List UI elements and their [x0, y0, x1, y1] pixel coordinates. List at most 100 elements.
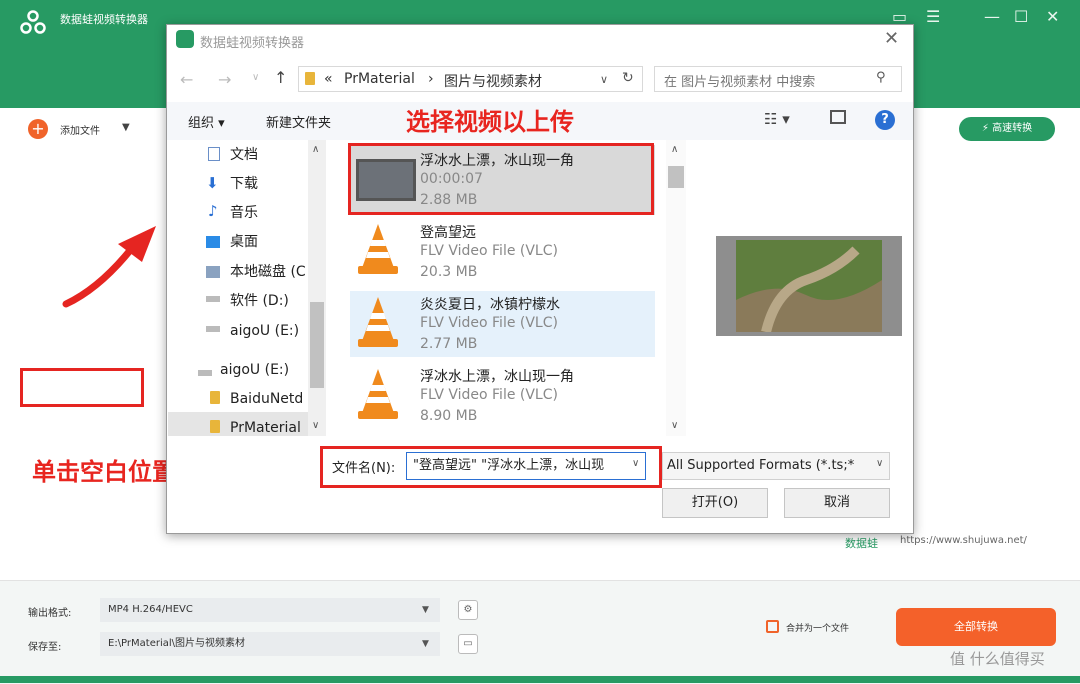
- app-title: 数据蛙视频转换器: [60, 13, 148, 26]
- merge-label: 合并为一个文件: [786, 624, 850, 634]
- add-file-icon[interactable]: +: [28, 119, 48, 139]
- output-format-select[interactable]: MP4 H.264/HEVC: [100, 598, 440, 622]
- open-button[interactable]: 打开(O): [662, 488, 768, 518]
- dialog-title: 数据蛙视频转换器: [200, 36, 305, 51]
- folder-icon: [210, 420, 220, 433]
- cancel-button[interactable]: 取消: [784, 488, 890, 518]
- minimize-icon[interactable]: —: [984, 8, 1000, 26]
- search-icon[interactable]: ⚲: [876, 70, 886, 85]
- filename-label: 文件名(N):: [332, 461, 396, 476]
- drive-c-icon: [206, 266, 220, 278]
- save-to-value: E:\PrMaterial\图片与视频素材: [108, 638, 246, 649]
- annotation-blank-box: [20, 368, 144, 407]
- open-folder-icon[interactable]: ▭: [458, 634, 478, 654]
- sidebar-item-music[interactable]: 音乐: [230, 202, 258, 224]
- convert-all-button[interactable]: 全部转换: [896, 608, 1056, 646]
- view-options-icon[interactable]: ☷ ▾: [764, 110, 790, 128]
- video-thumbnail-icon: [356, 159, 416, 201]
- dialog-close-icon[interactable]: ✕: [884, 28, 899, 49]
- drive-d-icon: [206, 296, 220, 302]
- format-settings-icon[interactable]: ⚙: [458, 600, 478, 620]
- file-scroll-thumb[interactable]: [668, 166, 684, 188]
- chevron-down-icon[interactable]: ∨: [876, 458, 883, 469]
- vlc-icon: [358, 369, 398, 419]
- recent-chevron-icon[interactable]: ∨: [252, 72, 259, 83]
- sidebar-item-drive-e[interactable]: aigoU (E:): [230, 320, 299, 342]
- nav-scroll-thumb[interactable]: [310, 302, 324, 388]
- address-prefix[interactable]: «: [324, 71, 333, 87]
- file-name[interactable]: 浮冰水上漂，冰山现一角: [420, 150, 574, 170]
- speed-convert-label: 高速转换: [992, 123, 1033, 134]
- chevron-down-icon[interactable]: ∨: [632, 458, 639, 469]
- file-type: FLV Video File (VLC): [420, 387, 558, 403]
- desktop-icon: [206, 236, 220, 248]
- sidebar-item-prmaterial[interactable]: PrMaterial: [230, 417, 301, 439]
- folder-icon: [210, 391, 220, 404]
- sidebar-item-drive-e2[interactable]: aigoU (E:): [220, 359, 289, 381]
- annotation-arrow: [62, 226, 156, 308]
- dialog-app-icon: [176, 30, 194, 48]
- sidebar-item-baidunetdisk[interactable]: BaiduNetd: [230, 388, 303, 410]
- chevron-down-icon[interactable]: ∨: [600, 73, 608, 86]
- filename-input[interactable]: "登高望远" "浮冰水上漂，冰山现: [406, 452, 646, 480]
- sidebar-item-drive-c[interactable]: 本地磁盘 (C: [230, 261, 306, 283]
- address-folder[interactable]: PrMaterial: [344, 71, 415, 87]
- vlc-icon: [358, 297, 398, 347]
- chevron-down-icon[interactable]: ▼: [122, 122, 130, 133]
- annotation-click-blank: 单击空白位置: [32, 458, 176, 486]
- document-icon: [208, 147, 220, 161]
- drive-e2-icon: [198, 370, 212, 376]
- sidebar-item-desktop[interactable]: 桌面: [230, 231, 258, 253]
- file-size: 20.3 MB: [420, 264, 478, 280]
- drive-e-icon: [206, 326, 220, 332]
- scroll-up-icon[interactable]: ∧: [312, 144, 319, 155]
- speed-convert-button[interactable]: ⚡ 高速转换: [959, 117, 1055, 141]
- music-icon: ♪: [208, 202, 218, 220]
- sidebar-item-documents[interactable]: 文档: [230, 144, 258, 166]
- save-to-label: 保存至:: [28, 642, 62, 653]
- file-type-select[interactable]: All Supported Formats (*.ts;*: [662, 452, 890, 480]
- scroll-up-icon[interactable]: ∧: [671, 144, 678, 155]
- preview-pane-icon[interactable]: [830, 110, 846, 124]
- vlc-icon: [358, 224, 398, 274]
- file-type: FLV Video File (VLC): [420, 243, 558, 259]
- chevron-down-icon[interactable]: ▼: [422, 639, 429, 649]
- address-separator: ›: [428, 71, 434, 87]
- organize-button[interactable]: 组织 ▾: [188, 112, 225, 131]
- watermark-brand: 数据蛙: [845, 537, 878, 550]
- add-file-button[interactable]: 添加文件: [60, 122, 100, 137]
- address-subfolder[interactable]: 图片与视频素材: [444, 71, 542, 91]
- search-placeholder: 在 图片与视频素材 中搜索: [664, 75, 816, 90]
- scroll-down-icon[interactable]: ∨: [312, 420, 319, 431]
- merge-checkbox[interactable]: [766, 620, 779, 633]
- file-type: FLV Video File (VLC): [420, 315, 558, 331]
- file-duration: 00:00:07: [420, 171, 483, 187]
- close-app-icon[interactable]: ✕: [1046, 8, 1059, 26]
- file-name[interactable]: 炎炎夏日，冰镇柠檬水: [420, 294, 560, 314]
- chevron-down-icon[interactable]: ▼: [422, 605, 429, 615]
- lightning-icon: ⚡: [981, 123, 989, 134]
- menu-icon[interactable]: ☰: [926, 8, 940, 26]
- sidebar-item-drive-d[interactable]: 软件 (D:): [230, 290, 289, 312]
- app-bottom-border: [0, 676, 1080, 683]
- up-arrow-icon[interactable]: ↑: [274, 68, 287, 87]
- new-folder-button[interactable]: 新建文件夹: [266, 112, 331, 131]
- maximize-icon[interactable]: ☐: [1014, 8, 1028, 26]
- file-name[interactable]: 浮冰水上漂，冰山现一角: [420, 366, 574, 386]
- help-icon[interactable]: ?: [875, 110, 895, 130]
- file-size: 2.77 MB: [420, 336, 478, 352]
- scroll-down-icon[interactable]: ∨: [671, 420, 678, 431]
- forward-arrow-icon[interactable]: →: [218, 70, 231, 89]
- preview-tree-image: [736, 240, 882, 332]
- output-format-value: MP4 H.264/HEVC: [108, 604, 193, 615]
- app-logo-icon: [20, 10, 46, 34]
- watermark-url: https://www.shujuwa.net/: [900, 535, 1027, 546]
- back-arrow-icon[interactable]: ←: [180, 70, 193, 89]
- refresh-icon[interactable]: ↻: [622, 70, 634, 86]
- corner-watermark: 值 什么值得买: [950, 650, 1045, 668]
- file-size: 2.88 MB: [420, 192, 478, 208]
- save-to-select[interactable]: E:\PrMaterial\图片与视频素材: [100, 632, 440, 656]
- nav-scrollbar[interactable]: [308, 140, 326, 436]
- file-name[interactable]: 登高望远: [420, 222, 476, 242]
- sidebar-item-downloads[interactable]: 下载: [230, 173, 258, 195]
